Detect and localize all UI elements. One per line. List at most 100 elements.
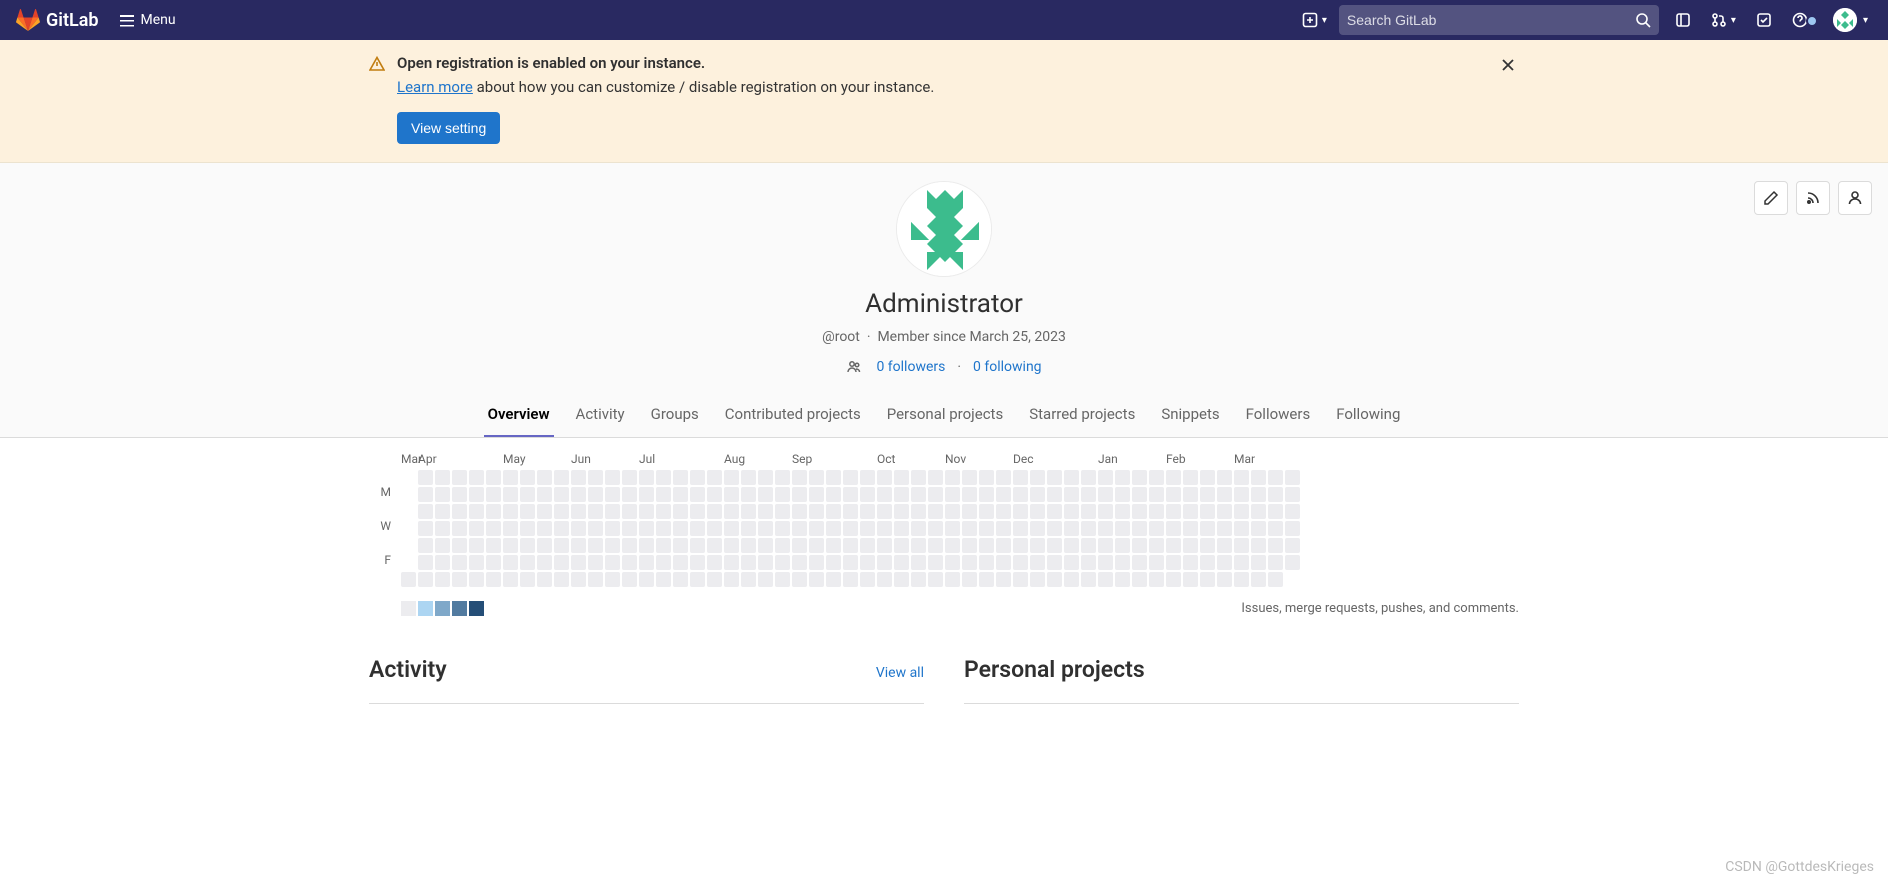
new-menu[interactable]: ▾ — [1298, 12, 1331, 28]
cal-cell[interactable] — [775, 538, 790, 553]
cal-cell[interactable] — [860, 504, 875, 519]
view-setting-button[interactable]: View setting — [397, 112, 500, 144]
cal-cell[interactable] — [520, 521, 535, 536]
cal-cell[interactable] — [571, 470, 586, 485]
cal-cell[interactable] — [469, 470, 484, 485]
cal-cell[interactable] — [1251, 555, 1266, 570]
cal-cell[interactable] — [520, 538, 535, 553]
cal-cell[interactable] — [877, 555, 892, 570]
cal-cell[interactable] — [503, 538, 518, 553]
cal-cell[interactable] — [911, 470, 926, 485]
cal-cell[interactable] — [928, 555, 943, 570]
cal-cell[interactable] — [554, 470, 569, 485]
cal-cell[interactable] — [911, 555, 926, 570]
cal-cell[interactable] — [1217, 555, 1232, 570]
cal-cell[interactable] — [554, 572, 569, 587]
cal-cell[interactable] — [605, 555, 620, 570]
cal-cell[interactable] — [1030, 521, 1045, 536]
cal-cell[interactable] — [605, 521, 620, 536]
cal-cell[interactable] — [452, 521, 467, 536]
cal-cell[interactable] — [520, 470, 535, 485]
cal-cell[interactable] — [537, 521, 552, 536]
cal-cell[interactable] — [1183, 521, 1198, 536]
cal-cell[interactable] — [503, 487, 518, 502]
cal-cell[interactable] — [1030, 487, 1045, 502]
cal-cell[interactable] — [894, 555, 909, 570]
cal-cell[interactable] — [1285, 555, 1300, 570]
cal-cell[interactable] — [707, 538, 722, 553]
cal-cell[interactable] — [435, 521, 450, 536]
help-menu[interactable]: ▾ — [1788, 12, 1821, 28]
cal-cell[interactable] — [1047, 470, 1062, 485]
cal-cell[interactable] — [979, 555, 994, 570]
cal-cell[interactable] — [1251, 504, 1266, 519]
cal-cell[interactable] — [1234, 521, 1249, 536]
cal-cell[interactable] — [877, 521, 892, 536]
cal-cell[interactable] — [554, 555, 569, 570]
tab-snippets[interactable]: Snippets — [1157, 395, 1223, 437]
cal-cell[interactable] — [656, 487, 671, 502]
cal-cell[interactable] — [1149, 504, 1164, 519]
cal-cell[interactable] — [486, 487, 501, 502]
cal-cell[interactable] — [537, 504, 552, 519]
cal-cell[interactable] — [809, 572, 824, 587]
cal-cell[interactable] — [1030, 572, 1045, 587]
cal-cell[interactable] — [1081, 555, 1096, 570]
cal-cell[interactable] — [1251, 487, 1266, 502]
cal-cell[interactable] — [1166, 521, 1181, 536]
cal-cell[interactable] — [656, 572, 671, 587]
cal-cell[interactable] — [588, 555, 603, 570]
cal-cell[interactable] — [1115, 487, 1130, 502]
cal-cell[interactable] — [707, 572, 722, 587]
cal-cell[interactable] — [1098, 555, 1113, 570]
cal-cell[interactable] — [1234, 555, 1249, 570]
cal-cell[interactable] — [843, 555, 858, 570]
cal-cell[interactable] — [418, 470, 433, 485]
cal-cell[interactable] — [469, 555, 484, 570]
merge-requests-link[interactable]: ▾ — [1707, 12, 1740, 28]
cal-cell[interactable] — [435, 538, 450, 553]
cal-cell[interactable] — [1268, 538, 1283, 553]
cal-cell[interactable] — [707, 487, 722, 502]
cal-cell[interactable] — [1285, 538, 1300, 553]
cal-cell[interactable] — [418, 538, 433, 553]
cal-cell[interactable] — [758, 487, 773, 502]
cal-cell[interactable] — [1132, 572, 1147, 587]
cal-cell[interactable] — [588, 521, 603, 536]
cal-cell[interactable] — [1285, 470, 1300, 485]
cal-cell[interactable] — [622, 470, 637, 485]
cal-cell[interactable] — [571, 521, 586, 536]
cal-cell[interactable] — [741, 521, 756, 536]
cal-cell[interactable] — [639, 521, 654, 536]
cal-cell[interactable] — [537, 487, 552, 502]
cal-cell[interactable] — [1132, 555, 1147, 570]
cal-cell[interactable] — [996, 487, 1011, 502]
cal-cell[interactable] — [775, 504, 790, 519]
cal-cell[interactable] — [452, 572, 467, 587]
cal-cell[interactable] — [469, 572, 484, 587]
cal-cell[interactable] — [673, 572, 688, 587]
cal-cell[interactable] — [928, 521, 943, 536]
cal-cell[interactable] — [1081, 470, 1096, 485]
cal-cell[interactable] — [1081, 487, 1096, 502]
cal-cell[interactable] — [860, 487, 875, 502]
cal-cell[interactable] — [690, 572, 705, 587]
cal-cell[interactable] — [571, 538, 586, 553]
cal-cell[interactable] — [1013, 504, 1028, 519]
cal-cell[interactable] — [622, 538, 637, 553]
cal-cell[interactable] — [435, 487, 450, 502]
cal-cell[interactable] — [945, 572, 960, 587]
cal-cell[interactable] — [877, 470, 892, 485]
cal-cell[interactable] — [928, 487, 943, 502]
cal-cell[interactable] — [775, 555, 790, 570]
cal-cell[interactable] — [945, 555, 960, 570]
cal-cell[interactable] — [843, 538, 858, 553]
tab-overview[interactable]: Overview — [484, 395, 554, 437]
cal-cell[interactable] — [639, 504, 654, 519]
cal-cell[interactable] — [1217, 572, 1232, 587]
cal-cell[interactable] — [792, 538, 807, 553]
cal-cell[interactable] — [1064, 572, 1079, 587]
cal-cell[interactable] — [1166, 538, 1181, 553]
cal-cell[interactable] — [809, 521, 824, 536]
cal-cell[interactable] — [979, 521, 994, 536]
